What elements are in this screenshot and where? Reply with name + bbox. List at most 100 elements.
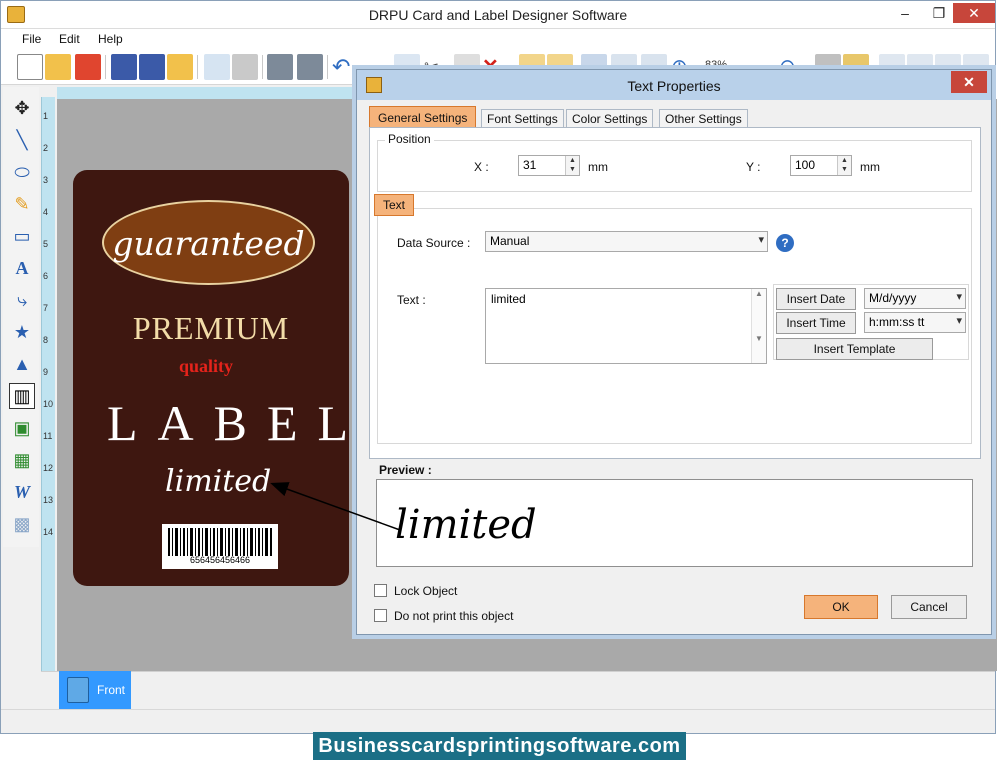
x-unit: mm — [588, 160, 608, 174]
open-icon[interactable] — [45, 54, 71, 80]
ruler-number: 11 — [43, 431, 53, 441]
menu-bar: File Edit Help — [1, 29, 995, 49]
text-scrollbar[interactable]: ▲ ▼ — [751, 289, 766, 363]
save-as-icon[interactable] — [139, 54, 165, 80]
ruler-number: 4 — [43, 207, 49, 217]
arc-tool-icon[interactable]: ⤷ — [9, 287, 35, 313]
insert-date-button[interactable]: Insert Date — [776, 288, 856, 310]
ruler-number: 5 — [43, 239, 49, 249]
label-text[interactable]: LABEL — [107, 394, 368, 452]
watermark-tool-icon[interactable]: ▩ — [9, 511, 35, 537]
ruler-number: 14 — [43, 527, 54, 537]
print-icon[interactable] — [232, 54, 258, 80]
tab-other-settings[interactable]: Other Settings — [659, 109, 748, 128]
page-tab-front[interactable]: Front — [59, 671, 131, 709]
preview-text: limited — [395, 502, 537, 548]
text-input-value: limited — [491, 292, 526, 306]
dialog-close-button[interactable]: ✕ — [951, 71, 987, 93]
date-format-select[interactable]: M/d/yyyy ▾ — [864, 288, 966, 309]
move-tool-icon[interactable]: ✥ — [9, 95, 35, 121]
menu-help[interactable]: Help — [98, 32, 123, 46]
barcode-tool-icon[interactable]: ▥ — [9, 383, 35, 409]
insert-template-button[interactable]: Insert Template — [776, 338, 933, 360]
x-input[interactable]: 31 ▲ ▼ — [518, 155, 580, 176]
library-image-tool-icon[interactable]: ▦ — [9, 447, 35, 473]
y-unit: mm — [860, 160, 880, 174]
oval-text[interactable]: guaranteed — [104, 224, 313, 263]
barcode[interactable]: 656456456466 — [162, 524, 278, 569]
undo-icon[interactable]: ↶ — [332, 54, 358, 80]
premium-text[interactable]: PREMIUM — [73, 310, 349, 347]
line-tool-icon[interactable]: ╲ — [9, 127, 35, 153]
page-icon — [67, 677, 89, 703]
toolbar-separator — [197, 55, 198, 79]
insert-time-button[interactable]: Insert Time — [776, 312, 856, 334]
export-icon[interactable] — [167, 54, 193, 80]
ruler-number: 7 — [43, 303, 49, 313]
dialog-title: Text Properties — [627, 78, 721, 94]
close-button[interactable]: ✕ — [953, 3, 995, 23]
status-bar — [1, 709, 995, 733]
general-settings-panel: Position X : 31 ▲ ▼ mm Y : 100 ▲ ▼ mm Text… — [369, 127, 981, 459]
page-tab-label: Front — [97, 683, 126, 697]
minimize-button[interactable]: – — [891, 3, 919, 23]
help-icon[interactable]: ? — [776, 234, 794, 252]
drawing-tools-panel: ✥ ╲ ⬭ ✎ ▭ A ⤷ ★ ▲ ▥ ▣ ▦ W ▩ — [3, 87, 39, 547]
close-document-icon[interactable] — [75, 54, 101, 80]
star-tool-icon[interactable]: ★ — [9, 319, 35, 345]
y-input[interactable]: 100 ▲ ▼ — [790, 155, 852, 176]
date-format-value: M/d/yyyy — [869, 291, 917, 305]
barcode-number: 656456456466 — [189, 555, 251, 565]
wordart-tool-icon[interactable]: W — [9, 479, 35, 505]
time-format-select[interactable]: h:mm:ss tt ▾ — [864, 312, 966, 333]
limited-text[interactable]: limited — [165, 464, 271, 499]
chevron-down-icon: ▾ — [758, 234, 764, 246]
checkbox-box[interactable] — [374, 584, 387, 597]
data-source-label: Data Source : — [397, 236, 471, 250]
triangle-tool-icon[interactable]: ▲ — [9, 351, 35, 377]
lock-object-label: Lock Object — [394, 584, 458, 598]
x-label: X : — [474, 160, 489, 174]
preview-label: Preview : — [379, 463, 432, 477]
maximize-button[interactable]: ❐ — [925, 3, 953, 23]
text-input[interactable]: limited ▲ ▼ — [485, 288, 767, 364]
chevron-down-icon: ▾ — [956, 291, 962, 303]
image-tool-icon[interactable]: ▣ — [9, 415, 35, 441]
ok-button[interactable]: OK — [804, 595, 878, 619]
x-spinner-icon[interactable]: ▲ ▼ — [565, 156, 579, 175]
menu-edit[interactable]: Edit — [59, 32, 80, 46]
y-label: Y : — [746, 160, 761, 174]
ruler-number: 9 — [43, 367, 49, 377]
cancel-button[interactable]: Cancel — [891, 595, 967, 619]
website-banner: Businesscardsprintingsoftware.com — [313, 732, 686, 760]
rectangle-tool-icon[interactable]: ▭ — [9, 223, 35, 249]
data-source-value: Manual — [490, 234, 530, 248]
save-icon[interactable] — [111, 54, 137, 80]
position-group — [377, 140, 972, 192]
text-tool-icon[interactable]: A — [9, 255, 35, 281]
text-group-title: Text — [374, 194, 415, 216]
database-icon[interactable] — [297, 54, 323, 80]
ruler-number: 10 — [43, 399, 54, 409]
menu-file[interactable]: File — [22, 32, 41, 46]
dialog-title-bar: Text Properties ✕ — [357, 70, 991, 100]
tab-general-settings[interactable]: General Settings — [369, 106, 477, 128]
oval-shape[interactable]: guaranteed — [102, 200, 315, 285]
tab-font-settings[interactable]: Font Settings — [481, 109, 564, 128]
y-spinner-icon[interactable]: ▲ ▼ — [837, 156, 851, 175]
database-add-icon[interactable] — [267, 54, 293, 80]
quality-text[interactable]: quality — [179, 356, 233, 377]
ruler-number: 6 — [43, 271, 49, 281]
new-icon[interactable] — [17, 54, 43, 80]
label-card[interactable]: guaranteed PREMIUM quality LABEL limited — [73, 170, 349, 586]
do-not-print-label: Do not print this object — [394, 609, 514, 623]
ruler-number: 13 — [43, 495, 54, 505]
x-value: 31 — [523, 158, 537, 172]
ellipse-tool-icon[interactable]: ⬭ — [9, 159, 35, 185]
tab-color-settings[interactable]: Color Settings — [566, 109, 654, 128]
checkbox-box[interactable] — [374, 609, 387, 622]
pencil-tool-icon[interactable]: ✎ — [9, 191, 35, 217]
text-properties-dialog: Text Properties ✕ General Settings Font … — [356, 69, 992, 635]
edit-icon[interactable] — [204, 54, 230, 80]
data-source-select[interactable]: Manual ▾ — [485, 231, 768, 252]
